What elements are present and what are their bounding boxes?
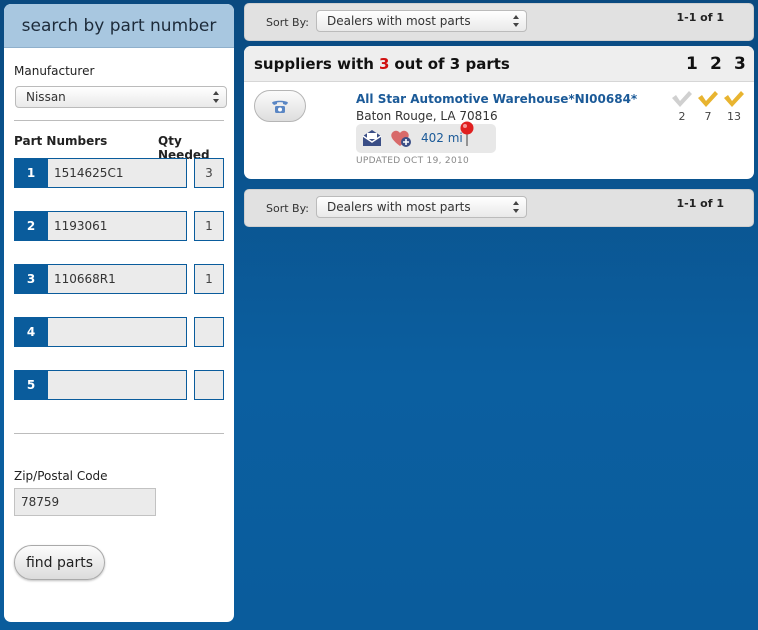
find-parts-button[interactable]: find parts [14, 545, 105, 580]
qty-input-1[interactable]: 3 [194, 158, 224, 188]
manufacturer-select[interactable]: Nissan [15, 86, 227, 108]
panel-title: search by part number [4, 4, 234, 48]
part-index: 2 [14, 211, 48, 241]
manufacturer-label: Manufacturer [14, 64, 95, 78]
zip-input[interactable]: 78759 [14, 488, 156, 516]
column-head: 1 [686, 54, 698, 74]
check-icon [672, 91, 692, 107]
dealer-name-link[interactable]: All Star Automotive Warehouse*NI00684* [356, 92, 637, 106]
results-card: suppliers with 3 out of 3 parts 1 2 3 Al… [244, 46, 754, 179]
part-number-input-1[interactable]: 1514625C1 [48, 158, 187, 188]
map-pin-icon[interactable] [459, 121, 475, 147]
search-panel: search by part number Manufacturer Nissa… [4, 4, 234, 622]
pagination-text: 1-1 of 1 [676, 11, 724, 24]
select-arrows-icon [512, 15, 520, 27]
sort-select-bottom[interactable]: Dealers with most parts [316, 196, 527, 218]
dealer-city: Baton Rouge, LA 70816 [356, 109, 498, 123]
part-row-1: 1 1514625C1 3 [14, 158, 224, 188]
sort-bar-top: Sort By: Dealers with most parts 1-1 of … [244, 3, 754, 41]
part-index: 1 [14, 158, 48, 188]
part-number-input-4[interactable] [48, 317, 187, 347]
select-arrows-icon [512, 201, 520, 213]
qty-input-5[interactable] [194, 370, 224, 400]
results-heading: suppliers with 3 out of 3 parts 1 2 3 [244, 46, 754, 82]
part-number-input-2[interactable]: 1193061 [48, 211, 187, 241]
call-dealer-button[interactable] [254, 90, 306, 122]
part-count: 7 [704, 110, 712, 123]
heading-prefix: suppliers with [254, 54, 374, 73]
manufacturer-value: Nissan [26, 90, 66, 104]
column-head: 3 [734, 54, 746, 74]
part-number-input-5[interactable] [48, 370, 187, 400]
part-row-5: 5 [14, 370, 224, 400]
heading-count: 3 [378, 54, 390, 73]
divider [14, 433, 224, 434]
part-column-heads: 1 2 3 [686, 54, 746, 74]
sort-bar-bottom: Sort By: Dealers with most parts 1-1 of … [244, 189, 754, 227]
sort-select-top[interactable]: Dealers with most parts [316, 10, 527, 32]
qty-input-4[interactable] [194, 317, 224, 347]
part-index: 3 [14, 264, 48, 294]
part-index: 4 [14, 317, 48, 347]
part-row-3: 3 110668R1 1 [14, 264, 224, 294]
part-availability: 2 7 13 [670, 90, 746, 123]
updated-date: UPDATED OCT 19, 2010 [356, 156, 470, 166]
select-arrows-icon [212, 91, 220, 103]
part-count: 2 [678, 110, 686, 123]
zip-label: Zip/Postal Code [14, 469, 108, 483]
part-availability-3: 13 [722, 90, 746, 123]
email-icon[interactable] [362, 129, 382, 147]
qty-input-2[interactable]: 1 [194, 211, 224, 241]
heading-suffix: out of 3 parts [394, 54, 510, 73]
divider [14, 120, 224, 121]
sort-value: Dealers with most parts [327, 14, 471, 28]
phone-icon [272, 100, 288, 113]
part-count: 13 [727, 110, 741, 123]
column-head: 2 [710, 54, 722, 74]
sort-value: Dealers with most parts [327, 200, 471, 214]
pagination-text: 1-1 of 1 [676, 197, 724, 210]
part-availability-1: 2 [670, 90, 694, 123]
part-row-2: 2 1193061 1 [14, 211, 224, 241]
part-numbers-label: Part Numbers [14, 134, 108, 148]
favorite-add-icon[interactable] [390, 128, 412, 148]
sort-by-label: Sort By: [266, 16, 310, 29]
dealer-actions: 402 mi [356, 121, 496, 153]
part-row-4: 4 [14, 317, 224, 347]
check-icon [724, 91, 744, 107]
part-availability-2: 7 [696, 90, 720, 123]
check-icon [698, 91, 718, 107]
sort-by-label: Sort By: [266, 202, 310, 215]
distance-link[interactable]: 402 mi [421, 131, 463, 145]
part-index: 5 [14, 370, 48, 400]
qty-input-3[interactable]: 1 [194, 264, 224, 294]
part-number-input-3[interactable]: 110668R1 [48, 264, 187, 294]
